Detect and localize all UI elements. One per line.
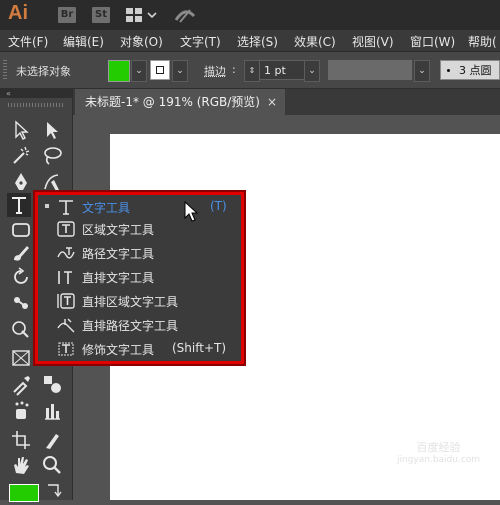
selection-status: 未选择对象 xyxy=(16,65,71,78)
slice-tool-icon[interactable] xyxy=(40,428,64,452)
menu-object[interactable]: 对象(O) xyxy=(120,33,163,50)
close-tab-icon[interactable]: × xyxy=(267,89,277,115)
mouse-cursor-icon xyxy=(184,200,199,227)
brush-value: 3 点圆 xyxy=(459,64,492,77)
panel-grip[interactable] xyxy=(8,103,64,107)
menu-window[interactable]: 窗口(W) xyxy=(410,33,455,50)
stroke-dropdown[interactable]: ⌄ xyxy=(172,60,188,82)
lasso-icon[interactable] xyxy=(40,143,64,167)
paintbrush-tool-icon[interactable] xyxy=(9,241,33,265)
menu-help[interactable]: 帮助( xyxy=(468,33,497,50)
watermark: 百度经验 jingyan.baidu.com xyxy=(397,441,480,467)
column-graph-icon[interactable] xyxy=(40,399,64,423)
type-on-path-icon xyxy=(56,244,76,262)
variable-width-profile[interactable] xyxy=(328,60,412,80)
watermark-line1: 百度经验 xyxy=(416,441,461,454)
stock-button[interactable]: St xyxy=(92,7,110,23)
touch-type-icon xyxy=(56,340,76,358)
vertical-area-type-icon xyxy=(56,292,76,310)
flyout-item-type-tool[interactable]: 文字工具 (T) xyxy=(38,195,241,219)
stroke-weight-field[interactable]: 1 pt xyxy=(259,60,305,80)
variable-width-dropdown[interactable]: ⌄ xyxy=(414,60,430,82)
menu-effect[interactable]: 效果(C) xyxy=(294,33,336,50)
flyout-item-label: 文字工具 xyxy=(82,201,131,215)
brush-definition-field[interactable]: 3 点圆 xyxy=(440,60,500,80)
fill-color-indicator[interactable] xyxy=(9,484,39,502)
artboard-tool-icon[interactable] xyxy=(9,428,33,452)
document-tab[interactable]: 未标题-1* @ 191% (RGB/预览) × xyxy=(75,89,285,115)
flyout-item-shortcut: (Shift+T) xyxy=(172,341,227,355)
symbol-sprayer-icon[interactable] xyxy=(9,399,33,423)
bridge-button[interactable]: Br xyxy=(58,7,76,23)
brush-dot-icon xyxy=(447,69,450,72)
stroke-colon: : xyxy=(232,63,236,76)
vertical-type-on-path-icon xyxy=(56,316,76,334)
flyout-item-vertical-type-tool[interactable]: 直排文字工具 xyxy=(38,265,241,289)
shape-builder-icon[interactable] xyxy=(9,317,33,341)
flyout-item-vertical-area-type-tool[interactable]: 直排区域文字工具 xyxy=(38,289,241,313)
fill-color-swatch[interactable] xyxy=(108,60,130,82)
gpu-performance-icon[interactable] xyxy=(174,6,196,28)
direct-selection-tool-icon[interactable] xyxy=(40,118,64,142)
panel-collapse[interactable]: « xyxy=(0,89,72,98)
workspace-layout-icon[interactable] xyxy=(126,7,158,27)
fill-dropdown[interactable]: ⌄ xyxy=(131,60,147,82)
flyout-item-label: 直排区域文字工具 xyxy=(82,295,179,309)
pen-tool-icon[interactable] xyxy=(9,170,33,194)
selection-tool-icon[interactable] xyxy=(9,118,33,142)
vertical-type-icon xyxy=(56,268,76,286)
stroke-color-swatch[interactable] xyxy=(150,60,170,80)
swap-fill-stroke-icon[interactable] xyxy=(44,481,64,499)
type-icon xyxy=(56,198,76,216)
control-bar-grip[interactable] xyxy=(3,60,7,80)
menu-file[interactable]: 文件(F) xyxy=(8,33,48,50)
type-tool-flyout: 文字工具 (T) 区域文字工具 路径文字工具 直排文字工具 直排区域文字工具 直… xyxy=(38,195,241,361)
stroke-stepper[interactable]: ⇕ xyxy=(244,60,260,82)
menu-bar: 文件(F) 编辑(E) 对象(O) 文字(T) 选择(S) 效果(C) 视图(V… xyxy=(0,30,500,52)
menu-select[interactable]: 选择(S) xyxy=(237,33,278,50)
flyout-item-label: 路径文字工具 xyxy=(82,247,155,261)
application-bar: Ai Br St xyxy=(0,0,500,30)
watermark-line2: jingyan.baidu.com xyxy=(397,455,481,465)
stroke-weight-dropdown[interactable]: ⌄ xyxy=(304,60,320,82)
flyout-item-label: 直排路径文字工具 xyxy=(82,319,179,333)
flyout-item-shortcut: (T) xyxy=(210,199,227,213)
magic-wand-icon[interactable] xyxy=(9,143,33,167)
zoom-tool-icon[interactable] xyxy=(40,453,64,477)
puppet-warp-icon[interactable] xyxy=(9,291,33,315)
rotate-tool-icon[interactable] xyxy=(9,265,33,289)
menu-view[interactable]: 视图(V) xyxy=(352,33,394,50)
type-tool-icon[interactable] xyxy=(7,193,31,217)
flyout-item-type-on-path-tool[interactable]: 路径文字工具 xyxy=(38,241,241,265)
flyout-item-label: 区域文字工具 xyxy=(82,223,155,237)
control-bar: 未选择对象 ⌄ ⌄ 描边 : ⇕ 1 pt ⌄ ⌄ 3 点圆 xyxy=(0,52,500,89)
menu-edit[interactable]: 编辑(E) xyxy=(63,33,104,50)
area-type-icon xyxy=(56,220,76,238)
hand-tool-icon[interactable] xyxy=(9,453,33,477)
perspective-grid-icon[interactable] xyxy=(9,346,33,370)
flyout-item-touch-type-tool[interactable]: 修饰文字工具 (Shift+T) xyxy=(38,337,241,361)
stroke-label[interactable]: 描边 xyxy=(204,63,226,79)
blend-tool-icon[interactable] xyxy=(40,372,64,396)
flyout-item-vertical-type-on-path-tool[interactable]: 直排路径文字工具 xyxy=(38,313,241,337)
document-tab-title: 未标题-1* @ 191% (RGB/预览) xyxy=(85,95,260,109)
rectangle-tool-icon[interactable] xyxy=(9,218,33,242)
curvature-tool-icon[interactable] xyxy=(40,170,64,194)
stroke-inner-icon xyxy=(156,66,164,74)
flyout-item-label: 修饰文字工具 xyxy=(82,343,155,357)
eyedropper-icon[interactable] xyxy=(9,372,33,396)
document-tab-strip: 未标题-1* @ 191% (RGB/预览) × xyxy=(73,89,500,115)
app-logo: Ai xyxy=(8,2,28,24)
menu-type[interactable]: 文字(T) xyxy=(180,33,221,50)
current-tool-bullet xyxy=(45,204,49,208)
flyout-item-label: 直排文字工具 xyxy=(82,271,155,285)
flyout-item-area-type-tool[interactable]: 区域文字工具 xyxy=(38,217,241,241)
